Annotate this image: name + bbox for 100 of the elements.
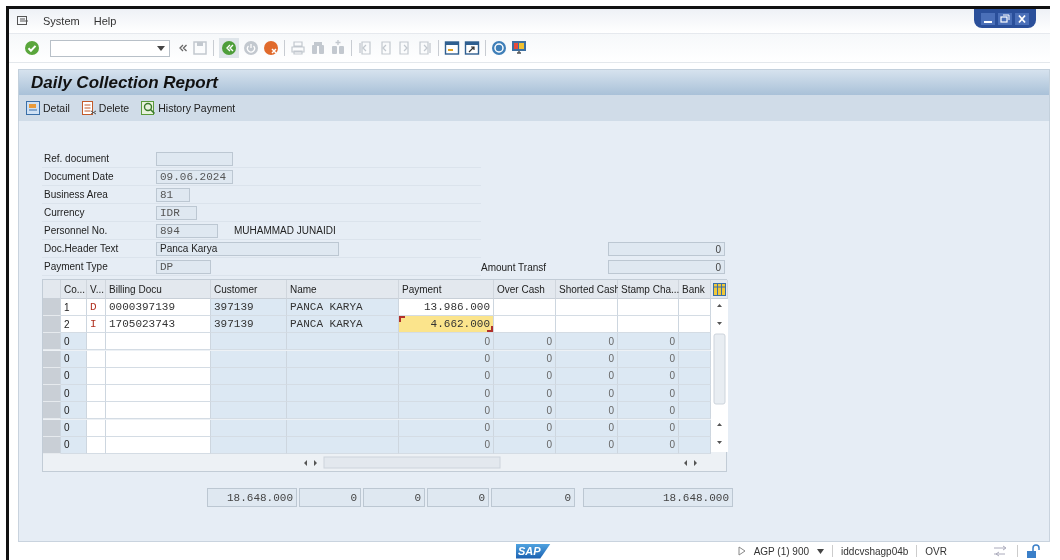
total-field[interactable]: 18.648.000: [207, 488, 297, 507]
table-cell[interactable]: [679, 419, 711, 437]
input-field[interactable]: 894: [156, 223, 218, 238]
table-cell[interactable]: 0: [399, 385, 494, 403]
row-selector[interactable]: [43, 350, 61, 368]
table-cell[interactable]: [287, 419, 399, 437]
table-cell[interactable]: [106, 402, 211, 420]
table-cell[interactable]: 397139: [211, 299, 287, 316]
table-cell[interactable]: PANCA KARYA: [287, 299, 399, 316]
input-field[interactable]: 0: [608, 242, 725, 256]
column-header[interactable]: Co...: [61, 280, 87, 299]
column-header[interactable]: Customer: [211, 280, 287, 299]
table-cell[interactable]: [679, 402, 711, 420]
play-icon[interactable]: [737, 546, 746, 556]
table-cell[interactable]: 0: [618, 385, 679, 403]
table-cell[interactable]: [211, 350, 287, 368]
delete-button[interactable]: Delete: [80, 99, 131, 117]
select-all-button[interactable]: [43, 280, 61, 299]
table-cell[interactable]: [287, 333, 399, 351]
column-header[interactable]: Name: [287, 280, 399, 299]
table-cell[interactable]: 0: [399, 419, 494, 437]
table-cell[interactable]: 0: [618, 333, 679, 351]
total-field[interactable]: 0: [427, 488, 489, 507]
table-cell[interactable]: [87, 333, 106, 351]
row-selector[interactable]: [43, 299, 61, 316]
table-cell[interactable]: PANCA KARYA: [287, 316, 399, 334]
input-field[interactable]: Panca Karya: [156, 241, 339, 256]
table-cell[interactable]: 2: [61, 316, 87, 334]
table-cell[interactable]: 0: [61, 402, 87, 420]
table-cell[interactable]: [106, 419, 211, 437]
table-cell[interactable]: 1: [61, 299, 87, 316]
table-cell[interactable]: 0: [494, 402, 556, 420]
menu-item[interactable]: System: [43, 15, 80, 27]
table-cell[interactable]: [211, 385, 287, 403]
table-cell[interactable]: [106, 385, 211, 403]
row-selector[interactable]: [43, 402, 61, 420]
table-cell[interactable]: 0: [618, 350, 679, 368]
table-cell[interactable]: [556, 299, 618, 316]
table-cell[interactable]: [106, 350, 211, 368]
table-cell[interactable]: 0000397139: [106, 299, 211, 316]
table-cell[interactable]: [494, 299, 556, 316]
table-cell[interactable]: [618, 299, 679, 316]
table-cell[interactable]: [679, 316, 711, 334]
total-field[interactable]: 0: [363, 488, 425, 507]
table-cell[interactable]: [679, 350, 711, 368]
menu-item[interactable]: Help: [93, 15, 117, 27]
input-field[interactable]: DP: [156, 259, 211, 274]
table-cell[interactable]: [287, 350, 399, 368]
table-cell[interactable]: [87, 419, 106, 437]
system-info[interactable]: AGP (1) 900: [753, 545, 810, 557]
table-cell[interactable]: [494, 316, 556, 334]
table-cell[interactable]: 0: [399, 350, 494, 368]
scrollbar[interactable]: [711, 299, 728, 452]
input-field[interactable]: [156, 151, 233, 166]
double-chevron-icon[interactable]: [178, 43, 188, 53]
table-cell[interactable]: [211, 419, 287, 437]
caret-icon[interactable]: [817, 548, 825, 554]
input-field[interactable]: 09.06.2024: [156, 169, 233, 184]
column-header[interactable]: Stamp Cha...: [618, 280, 679, 299]
column-header[interactable]: Bank: [679, 280, 711, 299]
caret-icon[interactable]: [157, 45, 165, 51]
total-field[interactable]: 0: [299, 488, 361, 507]
lock-icon[interactable]: [1026, 544, 1040, 558]
table-cell[interactable]: [211, 402, 287, 420]
check-icon[interactable]: [24, 40, 40, 56]
table-cell[interactable]: [106, 333, 211, 351]
table-cell[interactable]: [87, 402, 106, 420]
table-cell[interactable]: 1705023743: [106, 316, 211, 334]
back-icon[interactable]: [219, 38, 239, 58]
table-cell[interactable]: 13.986.000: [399, 299, 494, 316]
row-selector[interactable]: [43, 316, 61, 334]
table-cell[interactable]: 0: [618, 419, 679, 437]
detail-button[interactable]: Detail: [25, 99, 71, 117]
table-cell[interactable]: 0: [556, 402, 618, 420]
table-cell[interactable]: [618, 316, 679, 334]
close-icon[interactable]: [1015, 12, 1029, 25]
table-cell[interactable]: 0: [494, 385, 556, 403]
row-selector[interactable]: [43, 385, 61, 403]
table-cell[interactable]: 0: [61, 419, 87, 437]
table-cell[interactable]: 0: [494, 419, 556, 437]
table-cell[interactable]: 0: [556, 350, 618, 368]
table-cell[interactable]: 0: [61, 333, 87, 351]
column-header[interactable]: Over Cash: [494, 280, 556, 299]
column-header[interactable]: Billing Docu: [106, 280, 211, 299]
table-cell[interactable]: [679, 299, 711, 316]
table-cell[interactable]: 0: [494, 350, 556, 368]
table-cell[interactable]: 0: [494, 333, 556, 351]
cancel-icon[interactable]: [263, 40, 279, 56]
table-cell[interactable]: 0: [61, 350, 87, 368]
minimize-icon[interactable]: [981, 12, 995, 25]
table-cell[interactable]: [211, 333, 287, 351]
table-cell[interactable]: I: [87, 316, 106, 334]
table-cell[interactable]: 0: [399, 333, 494, 351]
table-cell[interactable]: D: [87, 299, 106, 316]
table-cell[interactable]: 397139: [211, 316, 287, 334]
table-cell[interactable]: [87, 385, 106, 403]
help-icon[interactable]: [491, 40, 507, 56]
input-field[interactable]: 0: [608, 260, 725, 274]
table-cell[interactable]: [287, 402, 399, 420]
layout-icon[interactable]: [993, 545, 1009, 557]
